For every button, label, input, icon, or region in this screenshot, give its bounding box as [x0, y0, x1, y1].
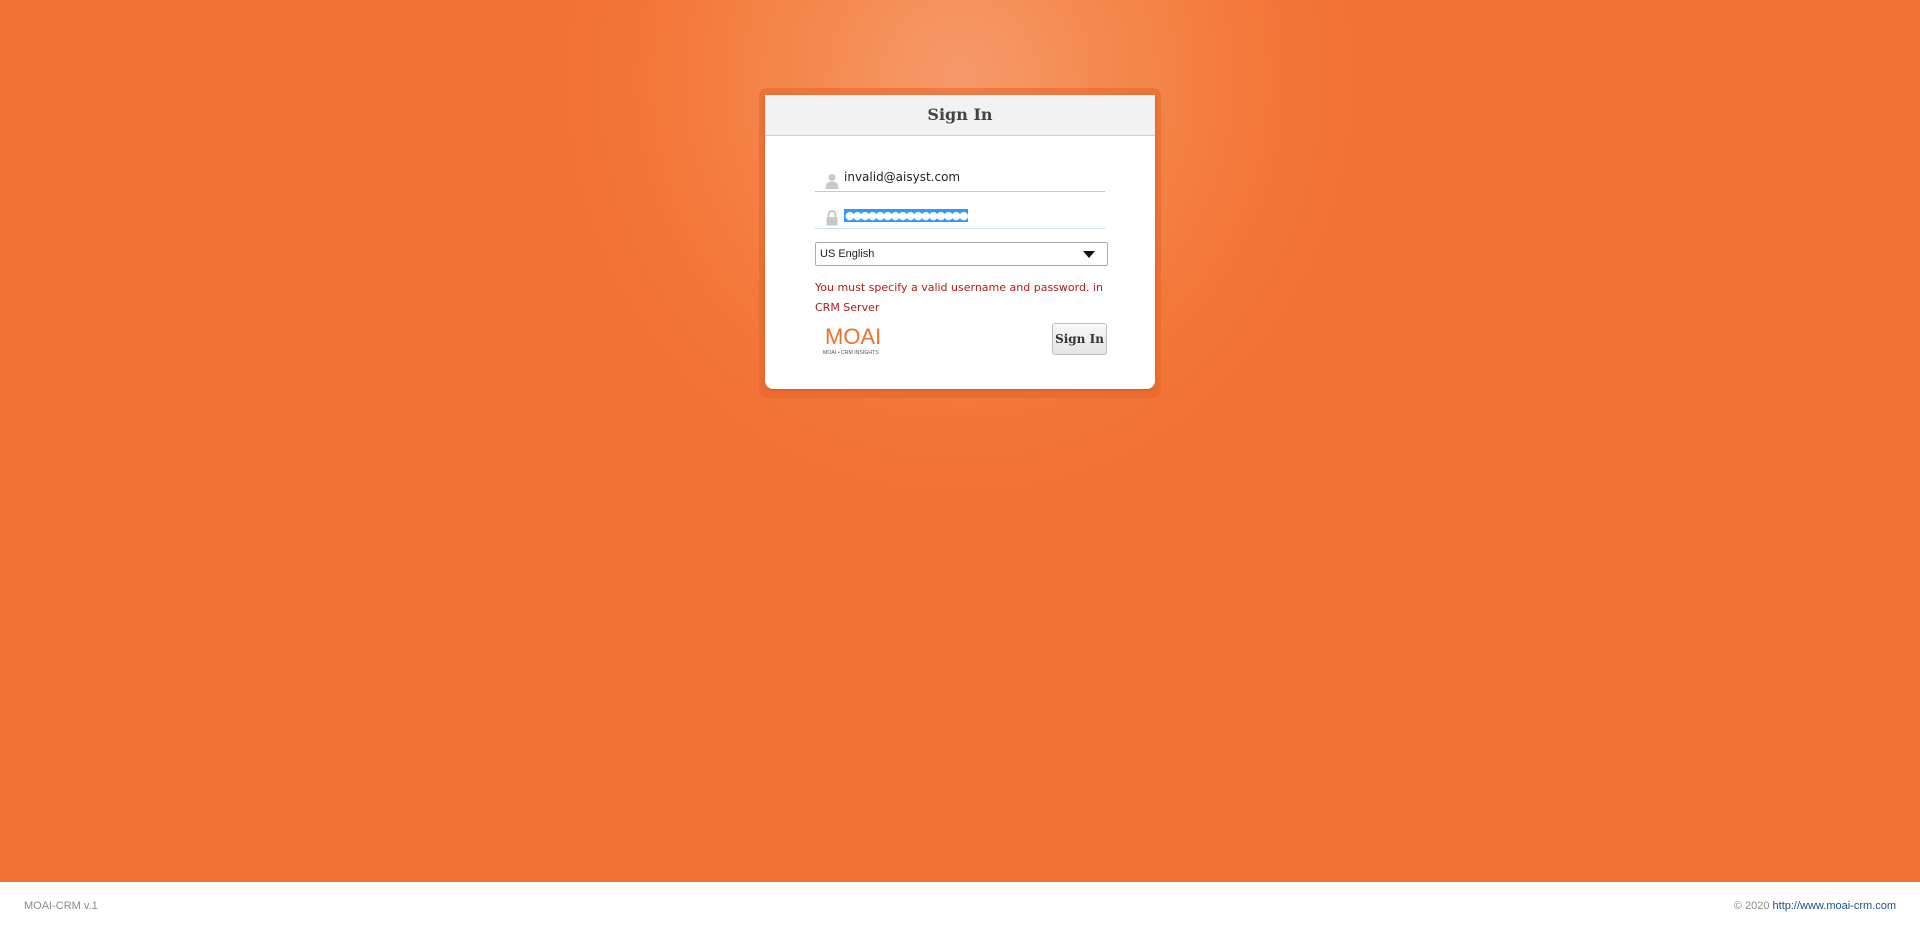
username-field[interactable]: invalid@aisyst.com — [815, 167, 1105, 192]
language-select[interactable]: US English — [815, 242, 1108, 266]
footer-right: © 2020 http://www.moai-crm.com — [1734, 900, 1896, 912]
copyright-text: © 2020 — [1733, 900, 1770, 912]
password-field[interactable]: ●●●●●●●●●●●●●●●● — [815, 204, 1105, 229]
password-value: ●●●●●●●●●●●●●●●● — [844, 209, 969, 222]
login-title: Sign In — [765, 95, 1155, 136]
logo-tagline: MOAI • CRM INSIGHTS — [823, 350, 879, 356]
error-message: You must specify a valid username and pa… — [815, 281, 1103, 314]
logo-wordmark: MOAI — [825, 324, 881, 349]
website-link[interactable]: http://www.moai-crm.com — [1773, 900, 1896, 912]
login-card: Sign In invalid@aisyst.com ●●●●●●●●●●●●●… — [765, 95, 1155, 389]
chevron-down-icon — [1083, 251, 1095, 258]
language-selected-value: US English — [820, 248, 875, 260]
lock-icon — [826, 210, 838, 226]
footer: MOAI-CRM v.1 © 2020 http://www.moai-crm.… — [0, 882, 1920, 925]
username-value: invalid@aisyst.com — [844, 170, 961, 184]
moai-logo: MOAI MOAI • CRM INSIGHTS — [823, 324, 881, 356]
user-icon — [825, 174, 839, 189]
version-label: MOAI-CRM v.1 — [24, 900, 98, 912]
sign-in-button[interactable]: Sign In — [1052, 323, 1107, 355]
